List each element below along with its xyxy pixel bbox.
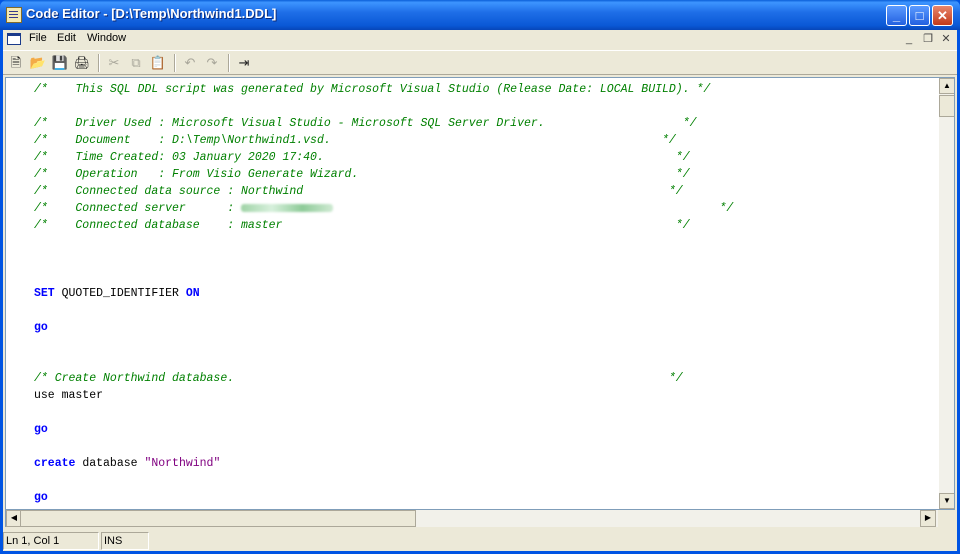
code-line[interactable]: use master: [34, 387, 934, 404]
code-token: SET: [34, 287, 55, 300]
code-line[interactable]: [34, 251, 934, 268]
app-icon[interactable]: [6, 7, 22, 23]
menu-edit[interactable]: Edit: [55, 32, 78, 44]
document-restore-button[interactable]: ❐: [921, 32, 935, 46]
horizontal-scrollbar[interactable]: ◀ ▶: [5, 510, 938, 527]
toolbar: 🗎 📂 💾 🖨 ✂ ⧉ 📋 ↶ ↷ ⇥: [3, 50, 957, 75]
code-line[interactable]: [34, 472, 934, 489]
code-line[interactable]: [34, 438, 934, 455]
code-token: /* Time Created: 03 January 2020 17:40. …: [34, 151, 690, 164]
scroll-up-button[interactable]: ▲: [939, 78, 954, 94]
cursor-position: Ln 1, Col 1: [3, 532, 99, 550]
code-token: /* Connected data source : Northwind */: [34, 185, 683, 198]
new-file-icon[interactable]: 🗎: [7, 54, 25, 72]
redacted-server-name: [241, 203, 334, 212]
code-line[interactable]: create database "Northwind": [34, 455, 934, 472]
code-line[interactable]: [34, 353, 934, 370]
document-minimize-button[interactable]: _: [902, 32, 916, 46]
insert-mode: INS: [101, 532, 149, 550]
save-icon[interactable]: 💾: [51, 54, 69, 72]
code-line[interactable]: /* Time Created: 03 January 2020 17:40. …: [34, 149, 934, 166]
scrollbar-corner: [938, 510, 955, 527]
code-line[interactable]: go: [34, 421, 934, 438]
print-icon[interactable]: 🖨: [73, 54, 91, 72]
minimize-button[interactable]: _: [886, 5, 907, 26]
window-title: Code Editor - [D:\Temp\Northwind1.DDL]: [26, 6, 277, 21]
code-token: ON: [185, 287, 200, 300]
code-token: /* Document : D:\Temp\Northwind1.vsd. */: [34, 134, 676, 147]
code-line[interactable]: [34, 98, 934, 115]
code-line[interactable]: [34, 302, 934, 319]
goto-icon[interactable]: ⇥: [235, 54, 253, 72]
code-token: use master: [34, 389, 104, 402]
status-bar: Ln 1, Col 1 INS: [3, 531, 957, 551]
code-token: /* Operation : From Visio Generate Wizar…: [34, 168, 690, 181]
code-token: go: [34, 321, 48, 334]
copy-icon[interactable]: ⧉: [127, 54, 145, 72]
redo-icon[interactable]: ↷: [203, 54, 221, 72]
scroll-down-button[interactable]: ▼: [939, 493, 954, 509]
maximize-button[interactable]: □: [909, 5, 930, 26]
code-line[interactable]: [34, 404, 934, 421]
code-token: /* This SQL DDL script was generated by …: [34, 83, 711, 96]
toolbar-separator: [98, 54, 100, 72]
code-line[interactable]: /* Connected database : master */: [34, 217, 934, 234]
code-token: QUOTED_IDENTIFIER: [54, 287, 186, 300]
code-line[interactable]: /* Create Northwind database. */: [34, 370, 934, 387]
title-bar[interactable]: Code Editor - [D:\Temp\Northwind1.DDL] _…: [0, 0, 960, 30]
client-area: File Edit Window _ ❐ ✕ 🗎 📂 💾 🖨 ✂ ⧉ 📋 ↶ ↷…: [3, 30, 957, 551]
code-text[interactable]: /* This SQL DDL script was generated by …: [34, 81, 934, 506]
code-line[interactable]: /* Connected server : */: [34, 200, 934, 217]
vertical-scroll-thumb[interactable]: [939, 95, 954, 117]
menu-window[interactable]: Window: [85, 32, 128, 44]
code-token: go: [34, 423, 48, 436]
code-line[interactable]: go: [34, 489, 934, 506]
horizontal-scroll-thumb[interactable]: [20, 510, 416, 527]
code-token: create: [34, 457, 76, 470]
close-button[interactable]: ✕: [932, 5, 953, 26]
code-line[interactable]: /* Driver Used : Microsoft Visual Studio…: [34, 115, 934, 132]
menu-bar: File Edit Window _ ❐ ✕: [3, 30, 957, 49]
code-line[interactable]: [34, 234, 934, 251]
code-line[interactable]: /* Document : D:\Temp\Northwind1.vsd. */: [34, 132, 934, 149]
cut-icon[interactable]: ✂: [105, 54, 123, 72]
code-line[interactable]: /* Operation : From Visio Generate Wizar…: [34, 166, 934, 183]
code-token: go: [34, 491, 48, 504]
code-token: /* Connected database : master */: [34, 219, 690, 232]
menu-file[interactable]: File: [27, 32, 49, 44]
code-token: */: [333, 202, 734, 215]
code-token: database: [75, 457, 145, 470]
code-line[interactable]: [34, 268, 934, 285]
open-folder-icon[interactable]: 📂: [29, 54, 47, 72]
undo-icon[interactable]: ↶: [181, 54, 199, 72]
document-close-button[interactable]: ✕: [939, 32, 953, 46]
code-token: "Northwind": [144, 457, 221, 470]
code-line[interactable]: /* Connected data source : Northwind */: [34, 183, 934, 200]
code-editor-window: Code Editor - [D:\Temp\Northwind1.DDL] _…: [0, 0, 960, 554]
vertical-scrollbar[interactable]: ▲ ▼: [939, 78, 954, 509]
toolbar-separator: [228, 54, 230, 72]
code-line[interactable]: SET QUOTED_IDENTIFIER ON: [34, 285, 934, 302]
code-token: /* Connected server :: [34, 202, 242, 215]
paste-icon[interactable]: 📋: [149, 54, 167, 72]
code-token: /* Create Northwind database. */: [34, 372, 683, 385]
scroll-right-button[interactable]: ▶: [920, 510, 936, 527]
code-token: /* Driver Used : Microsoft Visual Studio…: [34, 117, 697, 130]
document-window-icon[interactable]: [7, 33, 21, 45]
code-editor[interactable]: /* This SQL DDL script was generated by …: [5, 77, 955, 510]
code-line[interactable]: [34, 336, 934, 353]
toolbar-separator: [174, 54, 176, 72]
code-line[interactable]: /* This SQL DDL script was generated by …: [34, 81, 934, 98]
code-line[interactable]: go: [34, 319, 934, 336]
